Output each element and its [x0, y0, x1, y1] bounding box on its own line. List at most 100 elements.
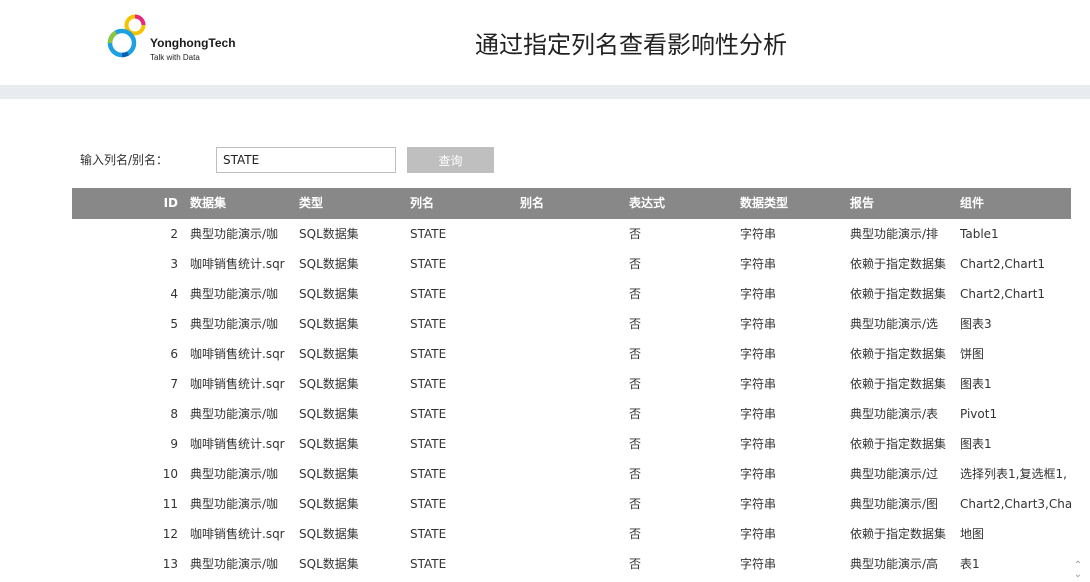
- logo-brand-text: YonghongTech: [150, 36, 236, 50]
- table-row[interactable]: 13 典型功能演示/咖 SQL数据集 STATE 否 字符串 典型功能演示/高 表1: [72, 549, 1071, 579]
- cell-dataset: 咖啡销售统计.sqr: [190, 437, 285, 451]
- cell-component: Chart2,Chart1: [960, 287, 1046, 301]
- cell-column: STATE: [410, 257, 447, 271]
- cell-id: 10: [162, 467, 178, 481]
- cell-expression: 否: [629, 527, 642, 541]
- cell-dataset: 典型功能演示/咖: [190, 317, 279, 331]
- cell-data-type: 字符串: [740, 227, 777, 241]
- cell-component: 选择列表1,复选框1,: [960, 467, 1067, 481]
- cell-component: Table1: [960, 227, 999, 241]
- cell-type: SQL数据集: [299, 497, 359, 511]
- cell-data-type: 字符串: [740, 437, 777, 451]
- table-body: 2 典型功能演示/咖 SQL数据集 STATE 否字符串 典型功能演示/排 Table1 3 咖…: [72, 219, 1071, 579]
- cell-id: 8: [170, 407, 178, 421]
- cell-report: 典型功能演示/选: [850, 317, 939, 331]
- cell-component: Chart2,Chart3,Char: [960, 497, 1071, 511]
- header-component[interactable]: 组件: [960, 188, 1071, 219]
- table-row[interactable]: 10 典型功能演示/咖 SQL数据集 STATE 否 字符串 典型功能演示/过 选择列表1,复…: [72, 459, 1071, 489]
- cell-id: 12: [162, 527, 178, 541]
- table-row[interactable]: 7 咖啡销售统计.sqr SQL数据集 STATE 否 字符串 依赖于指定数据集 图表1: [72, 369, 1071, 399]
- company-logo: YonghongTech Talk with Data: [106, 12, 246, 64]
- table-row[interactable]: 4 典型功能演示/咖 SQL数据集 STATE 否 字符串 依赖于指定数据集 Chart2,C…: [72, 279, 1071, 309]
- cell-column: STATE: [410, 287, 447, 301]
- cell-report: 典型功能演示/图: [850, 497, 939, 511]
- cell-expression: 否: [629, 437, 642, 451]
- cell-column: STATE: [410, 437, 447, 451]
- cell-type: SQL数据集: [299, 437, 359, 451]
- cell-component: 图表3: [960, 317, 992, 331]
- cell-data-type: 字符串: [740, 467, 777, 481]
- header-id[interactable]: ID: [156, 188, 178, 219]
- cell-expression: 否: [629, 467, 642, 481]
- header-report[interactable]: 报告: [850, 188, 952, 219]
- cell-column: STATE: [410, 317, 447, 331]
- table-row[interactable]: 8 典型功能演示/咖 SQL数据集 STATE 否 字符串 典型功能演示/表 Pivot1: [72, 399, 1071, 429]
- header-dataset[interactable]: 数据集: [190, 188, 290, 219]
- table-row[interactable]: 5 典型功能演示/咖 SQL数据集 STATE 否 字符串 典型功能演示/选 图表3: [72, 309, 1071, 339]
- table-row[interactable]: 12 咖啡销售统计.sqr SQL数据集 STATE 否 字符串 依赖于指定数据集 地图: [72, 519, 1071, 549]
- cell-dataset: 典型功能演示/咖: [190, 467, 279, 481]
- cell-component: 表1: [960, 557, 980, 571]
- yonghong-rings-logo-icon: [107, 14, 146, 58]
- column-name-input[interactable]: [216, 147, 396, 173]
- table-row[interactable]: 2 典型功能演示/咖 SQL数据集 STATE 否 字符串 典型功能演示/排 Table1: [72, 219, 1071, 249]
- cell-component: 饼图: [960, 347, 985, 361]
- cell-id: 4: [170, 287, 178, 301]
- cell-data-type: 字符串: [740, 527, 777, 541]
- cell-data-type: 字符串: [740, 557, 777, 571]
- cell-dataset: 咖啡销售统计.sqr: [190, 377, 285, 391]
- cell-id: 3: [170, 257, 178, 271]
- cell-report: 典型功能演示/过: [850, 467, 939, 481]
- cell-type: SQL数据集: [299, 347, 359, 361]
- cell-dataset: 典型功能演示/咖: [190, 227, 279, 241]
- header-alias[interactable]: 别名: [520, 188, 620, 219]
- cell-data-type: 字符串: [740, 257, 777, 271]
- cell-type: SQL数据集: [299, 467, 359, 481]
- cell-data-type: 字符串: [740, 347, 777, 361]
- cell-component: 地图: [960, 527, 985, 541]
- cell-column: STATE: [410, 377, 447, 391]
- cell-column: STATE: [410, 347, 447, 361]
- cell-type: SQL数据集: [299, 287, 359, 301]
- header-expression[interactable]: 表达式: [629, 188, 729, 219]
- cell-expression: 否: [629, 317, 642, 331]
- app-header: YonghongTech Talk with Data 通过指定列名查看影响性分…: [0, 0, 1090, 85]
- cell-data-type: 字符串: [740, 407, 777, 421]
- cell-expression: 否: [629, 497, 642, 511]
- cell-data-type: 字符串: [740, 497, 777, 511]
- impact-analysis-table: ID 数据集 类型 列名 别名 表达式 数据类型 报告 组件 2 典型功能演示/咖…: [72, 188, 1071, 579]
- table-row[interactable]: 11 典型功能演示/咖 SQL数据集 STATE 否 字符串 典型功能演示/图 Chart2,…: [72, 489, 1071, 519]
- cell-report: 依赖于指定数据集: [850, 527, 947, 541]
- cell-column: STATE: [410, 467, 447, 481]
- cell-component: Pivot1: [960, 407, 998, 421]
- cell-data-type: 字符串: [740, 377, 777, 391]
- cell-column: STATE: [410, 227, 447, 241]
- cell-column: STATE: [410, 557, 447, 571]
- table-header-row: ID 数据集 类型 列名 别名 表达式 数据类型 报告 组件: [72, 188, 1071, 219]
- logo-tagline: Talk with Data: [150, 53, 200, 62]
- cell-report: 依赖于指定数据集: [850, 347, 947, 361]
- header-column[interactable]: 列名: [410, 188, 510, 219]
- header-divider-band: [0, 85, 1090, 99]
- cell-dataset: 典型功能演示/咖: [190, 557, 279, 571]
- column-name-label: 输入列名/别名：: [80, 153, 169, 167]
- cell-type: SQL数据集: [299, 407, 359, 421]
- table-row[interactable]: 3 咖啡销售统计.sqr SQL数据集 STATE 否 字符串 依赖于指定数据集 Chart2…: [72, 249, 1071, 279]
- cell-column: STATE: [410, 527, 447, 541]
- query-button[interactable]: 查询: [407, 147, 494, 173]
- cell-expression: 否: [629, 347, 642, 361]
- scroll-chevrons-icon[interactable]: ⌃ ⌄: [1073, 561, 1083, 580]
- cell-id: 2: [170, 227, 178, 241]
- cell-dataset: 咖啡销售统计.sqr: [190, 527, 285, 541]
- cell-report: 典型功能演示/排: [850, 227, 939, 241]
- cell-expression: 否: [629, 407, 642, 421]
- table-row[interactable]: 9 咖啡销售统计.sqr SQL数据集 STATE 否 字符串 依赖于指定数据集 图表1: [72, 429, 1071, 459]
- cell-report: 依赖于指定数据集: [850, 377, 947, 391]
- cell-column: STATE: [410, 407, 447, 421]
- cell-component: 图表1: [960, 377, 992, 391]
- header-type[interactable]: 类型: [299, 188, 399, 219]
- header-data-type[interactable]: 数据类型: [740, 188, 840, 219]
- table-row[interactable]: 6 咖啡销售统计.sqr SQL数据集 STATE 否 字符串 依赖于指定数据集 饼图: [72, 339, 1071, 369]
- cell-id: 7: [170, 377, 178, 391]
- cell-data-type: 字符串: [740, 287, 777, 301]
